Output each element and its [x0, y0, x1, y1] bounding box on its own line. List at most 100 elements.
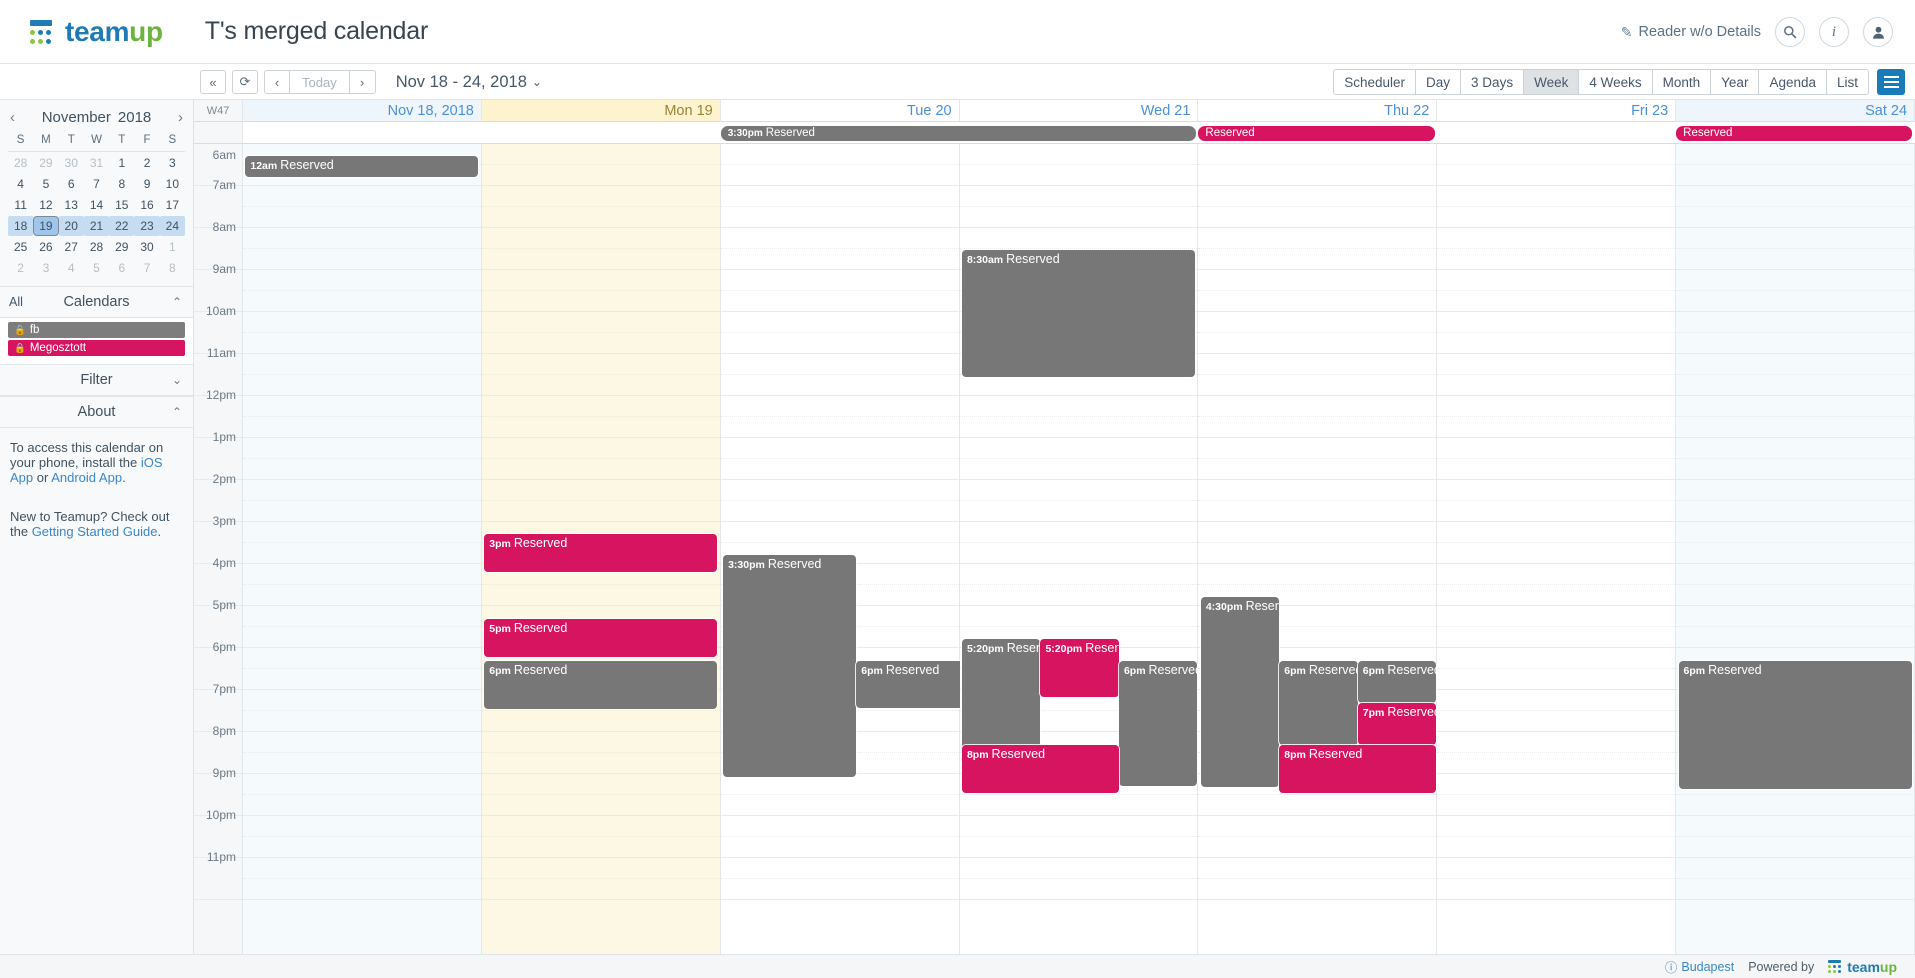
day-column-0[interactable]: 12am Reserved — [243, 144, 482, 954]
collapse-sidebar-button[interactable]: « — [200, 70, 226, 94]
all-day-event[interactable]: 3:30pm Reserved — [720, 126, 1196, 141]
calendar-event[interactable]: 8:30am Reserved — [961, 250, 1196, 377]
day-header-5[interactable]: Fri 23 — [1437, 100, 1677, 121]
view-button-3-days[interactable]: 3 Days — [1461, 70, 1525, 94]
mini-calendar-day[interactable]: 28 — [84, 237, 109, 257]
day-column-3[interactable]: 8:30amReserved 5:20pmReserved5:20pmReserv… — [959, 144, 1199, 954]
mini-calendar-day[interactable]: 6 — [109, 258, 134, 278]
mini-calendar-day[interactable]: 22 — [109, 216, 135, 236]
mini-calendar-day[interactable]: 1 — [109, 153, 134, 173]
date-range-selector[interactable]: Nov 18 - 24, 2018 ⌄ — [396, 73, 542, 92]
mini-calendar-day[interactable]: 3 — [160, 153, 185, 173]
day-column-4[interactable]: 4:30pmReserved6pmReserved6pmReserved7pmR… — [1198, 144, 1438, 954]
view-button-week[interactable]: Week — [1524, 70, 1580, 94]
mini-calendar-day[interactable]: 31 — [84, 153, 109, 173]
view-button-month[interactable]: Month — [1652, 70, 1712, 94]
calendar-event[interactable]: 5pm Reserved — [484, 619, 718, 657]
mini-calendar-day[interactable]: 12 — [33, 195, 58, 215]
mini-calendar-day[interactable]: 4 — [8, 174, 33, 194]
refresh-button[interactable]: ⟳ — [232, 70, 258, 94]
mini-calendar-day[interactable]: 9 — [134, 174, 159, 194]
teamup-logo[interactable]: teamup — [30, 16, 163, 48]
calendar-event[interactable]: 12am Reserved — [245, 156, 479, 177]
today-button[interactable]: Today — [290, 70, 350, 94]
next-period-button[interactable]: › — [349, 70, 376, 94]
footer-teamup-logo[interactable]: teamup — [1828, 959, 1897, 975]
mini-calendar-day[interactable]: 21 — [83, 216, 110, 236]
android-app-link[interactable]: Android App — [51, 470, 122, 485]
calendar-event[interactable]: 8pm Reserved — [1279, 745, 1437, 793]
mini-calendar-day[interactable]: 8 — [109, 174, 134, 194]
view-button-agenda[interactable]: Agenda — [1759, 70, 1827, 94]
reader-mode-badge[interactable]: ✎ Reader w/o Details — [1621, 24, 1761, 41]
mini-calendar-day[interactable]: 18 — [8, 216, 34, 236]
mini-calendar-day[interactable]: 11 — [8, 195, 33, 215]
all-day-event[interactable]: Reserved — [1676, 126, 1913, 141]
mini-calendar-day[interactable]: 29 — [33, 153, 58, 173]
calendar-event[interactable]: 5:20pmReserved — [1040, 639, 1119, 697]
mini-calendar-day[interactable]: 1 — [160, 237, 185, 257]
mini-calendar-day[interactable]: 7 — [84, 174, 109, 194]
getting-started-guide-link[interactable]: Getting Started Guide — [32, 524, 158, 539]
mini-calendar-day[interactable]: 6 — [59, 174, 84, 194]
mini-calendar-day[interactable]: 16 — [134, 195, 159, 215]
calendar-list-item[interactable]: 🔒 Megosztott — [8, 340, 185, 356]
view-button-scheduler[interactable]: Scheduler — [1334, 70, 1417, 94]
mini-calendar-day[interactable]: 13 — [59, 195, 84, 215]
calendar-event[interactable]: 8pm Reserved — [961, 745, 1119, 793]
mini-calendar-day[interactable]: 29 — [109, 237, 134, 257]
calendar-event[interactable]: 6pm Reserved — [484, 661, 718, 709]
mini-calendar-day[interactable]: 19 — [33, 216, 59, 236]
calendar-list-item[interactable]: 🔒 fb — [8, 322, 185, 338]
day-header-0[interactable]: Nov 18, 2018 — [243, 100, 482, 121]
about-panel-header[interactable]: About ⌃ — [0, 396, 193, 428]
mini-calendar-day[interactable]: 5 — [33, 174, 58, 194]
mini-calendar-day[interactable]: 4 — [59, 258, 84, 278]
calendar-event[interactable]: 6pm Reserved — [1678, 661, 1912, 789]
info-button[interactable]: i — [1819, 17, 1849, 47]
mini-calendar-day[interactable]: 30 — [134, 237, 159, 257]
calendars-panel-header[interactable]: All Calendars ⌃ — [0, 286, 193, 318]
day-header-6[interactable]: Sat 24 — [1676, 100, 1915, 121]
day-column-6[interactable]: 6pm Reserved — [1676, 144, 1915, 954]
calendar-event[interactable]: 4:30pmReserved — [1200, 597, 1280, 787]
view-button-day[interactable]: Day — [1416, 70, 1462, 94]
calendar-event[interactable]: 6pm Reserved — [1357, 661, 1437, 703]
mini-calendar-day[interactable]: 26 — [33, 237, 58, 257]
all-day-event[interactable]: Reserved — [1198, 126, 1435, 141]
calendar-event[interactable]: 3:30pm Reserved — [723, 555, 857, 777]
mini-calendar-day[interactable]: 23 — [134, 216, 160, 236]
mini-calendar-day[interactable]: 24 — [159, 216, 185, 236]
mini-calendar-day[interactable]: 15 — [109, 195, 134, 215]
calendar-event[interactable]: 5:20pmReserved — [961, 639, 1041, 749]
day-header-3[interactable]: Wed 21 — [959, 100, 1199, 121]
mini-calendar-day[interactable]: 2 — [8, 258, 33, 278]
mini-calendar-day[interactable]: 2 — [134, 153, 159, 173]
calendar-event[interactable]: 3pm Reserved — [484, 534, 718, 572]
calendar-event[interactable]: 6pm Reserved — [1279, 661, 1358, 745]
all-calendars-link[interactable]: All — [9, 295, 23, 309]
mini-calendar-day[interactable]: 20 — [58, 216, 84, 236]
calendar-event[interactable]: 6pm Reserved — [1118, 661, 1198, 786]
mini-calendar-prev-button[interactable]: ‹ — [10, 109, 15, 126]
menu-button[interactable] — [1877, 69, 1905, 95]
mini-calendar-day[interactable]: 17 — [160, 195, 185, 215]
mini-calendar-day[interactable]: 25 — [8, 237, 33, 257]
calendar-event[interactable]: 7pm Reserved — [1357, 703, 1437, 745]
view-button-year[interactable]: Year — [1711, 70, 1760, 94]
mini-calendar-day[interactable]: 10 — [160, 174, 185, 194]
view-button-list[interactable]: List — [1826, 70, 1868, 94]
mini-calendar-day[interactable]: 27 — [59, 237, 84, 257]
view-button-4-weeks[interactable]: 4 Weeks — [1579, 70, 1653, 94]
account-button[interactable] — [1863, 17, 1893, 47]
mini-calendar-next-button[interactable]: › — [178, 109, 183, 126]
day-header-2[interactable]: Tue 20 — [720, 100, 960, 121]
filter-panel-header[interactable]: Filter ⌄ — [0, 364, 193, 396]
mini-calendar-day[interactable]: 8 — [160, 258, 185, 278]
timezone-selector[interactable]: ⓘ Budapest — [1665, 957, 1734, 976]
mini-calendar-day[interactable]: 30 — [59, 153, 84, 173]
mini-calendar-day[interactable]: 28 — [8, 153, 33, 173]
day-column-2[interactable]: 3:30pm Reserved 6pm Reserved — [720, 144, 990, 954]
mini-calendar-day[interactable]: 14 — [84, 195, 109, 215]
mini-calendar-day[interactable]: 3 — [33, 258, 58, 278]
